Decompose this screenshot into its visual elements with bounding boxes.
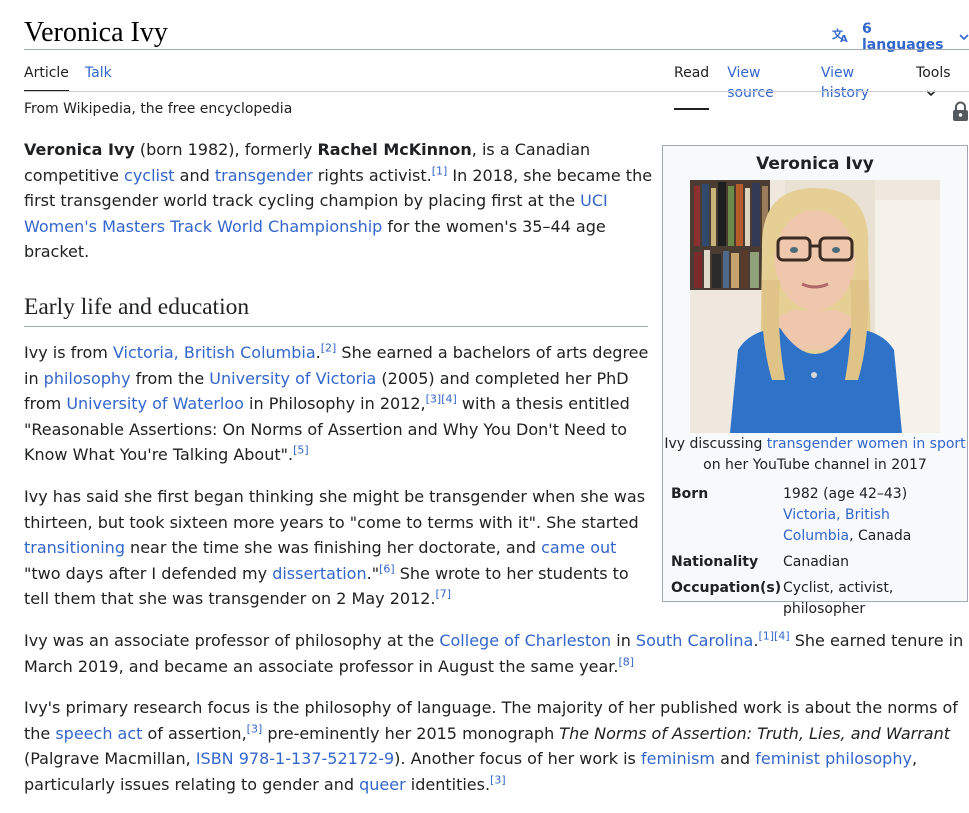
paragraph: Ivy is from Victoria, British Columbia.[… bbox=[24, 341, 649, 465]
nationality-value: Canadian bbox=[783, 554, 850, 570]
citation[interactable]: [6] bbox=[379, 562, 395, 575]
citation[interactable]: [2] bbox=[321, 342, 337, 355]
citation[interactable]: [7] bbox=[436, 588, 452, 601]
citation[interactable]: [3] bbox=[490, 774, 506, 787]
infobox-rows: Born 1982 (age 42–43) Victoria, British C… bbox=[663, 484, 967, 620]
citation[interactable]: [4] bbox=[774, 630, 790, 643]
book-title: The Norms of Assertion: Truth, Lies, and… bbox=[559, 723, 951, 743]
link-isbn[interactable]: ISBN 978-1-137-52172-9 bbox=[196, 749, 394, 768]
citation[interactable]: [1] bbox=[432, 164, 448, 177]
subject-name: Veronica Ivy bbox=[24, 140, 135, 159]
tools-label: Tools bbox=[916, 65, 951, 81]
chevron-down-icon bbox=[959, 31, 969, 44]
occupation-label: Occupation(s) bbox=[671, 580, 782, 596]
title-divider bbox=[24, 49, 969, 50]
infobox-row-nationality: Nationality Canadian bbox=[663, 552, 967, 573]
link-victoria[interactable]: Victoria, British Columbia bbox=[113, 343, 316, 362]
citation[interactable]: [5] bbox=[293, 444, 309, 457]
infobox: Veronica Ivy Ivy discussing transgender … bbox=[662, 145, 968, 617]
link-feminist-philosophy[interactable]: feminist philosophy bbox=[755, 749, 912, 768]
link-came-out[interactable]: came out bbox=[541, 538, 616, 557]
tagline: From Wikipedia, the free encyclopedia bbox=[24, 101, 293, 117]
link-south-carolina[interactable]: South Carolina bbox=[636, 631, 753, 650]
nationality-label: Nationality bbox=[671, 554, 759, 570]
link-transgender-women-in-sport[interactable]: transgender women in sport bbox=[767, 436, 966, 452]
born-label: Born bbox=[671, 486, 709, 502]
tab-article[interactable]: Article bbox=[24, 63, 69, 92]
link-dissertation[interactable]: dissertation bbox=[272, 564, 366, 583]
citation[interactable]: [4] bbox=[441, 393, 457, 406]
tab-read[interactable]: Read bbox=[674, 63, 710, 110]
svg-text:A: A bbox=[840, 34, 848, 43]
namespace-tabs: Article Talk bbox=[24, 63, 112, 92]
link-philosophy[interactable]: philosophy bbox=[44, 369, 131, 388]
citation[interactable]: [1] bbox=[758, 630, 774, 643]
infobox-title: Veronica Ivy bbox=[756, 154, 874, 174]
infobox-row-born: Born 1982 (age 42–43) Victoria, British C… bbox=[663, 484, 967, 547]
tab-view-history[interactable]: View history bbox=[821, 63, 898, 110]
link-speech-act[interactable]: speech act bbox=[55, 724, 142, 743]
born-value: 1982 (age 42–43) Victoria, British Columb… bbox=[783, 486, 912, 544]
tabs-divider bbox=[24, 91, 969, 92]
page-title: Veronica Ivy bbox=[24, 17, 168, 48]
link-transgender[interactable]: transgender bbox=[215, 166, 313, 185]
view-tabs: Read View source View history Tools bbox=[674, 63, 969, 110]
section-heading: Early life and education bbox=[24, 290, 648, 327]
occupation-value: Cyclist, activist, philosopher bbox=[783, 580, 894, 617]
link-feminism[interactable]: feminism bbox=[641, 749, 715, 768]
tab-talk[interactable]: Talk bbox=[85, 63, 112, 92]
citation[interactable]: [8] bbox=[618, 655, 634, 668]
lead-paragraph: Veronica Ivy (born 1982), formerly Rache… bbox=[24, 140, 653, 262]
link-university-of-waterloo[interactable]: University of Waterloo bbox=[66, 394, 244, 413]
portrait-photo[interactable] bbox=[690, 180, 940, 433]
infobox-row-occupation: Occupation(s) Cyclist, activist, philoso… bbox=[663, 578, 967, 620]
translate-icon: 文A bbox=[832, 27, 850, 47]
link-transitioning[interactable]: transitioning bbox=[24, 538, 125, 557]
link-university-of-victoria[interactable]: University of Victoria bbox=[209, 369, 376, 388]
citation[interactable]: [3] bbox=[426, 393, 442, 406]
lock-icon[interactable] bbox=[952, 101, 969, 125]
tab-view-source[interactable]: View source bbox=[727, 63, 803, 110]
link-cyclist[interactable]: cyclist bbox=[124, 166, 175, 185]
paragraph: Ivy's primary research focus is the phil… bbox=[24, 698, 958, 794]
infobox-caption: Ivy discussing transgender women in spor… bbox=[664, 436, 966, 473]
citation[interactable]: [3] bbox=[247, 722, 263, 735]
paragraph: Ivy was an associate professor of philos… bbox=[24, 629, 964, 676]
former-name: Rachel McKinnon bbox=[317, 140, 472, 159]
link-queer[interactable]: queer bbox=[359, 775, 406, 794]
paragraph: Ivy has said she first began thinking sh… bbox=[24, 486, 646, 609]
link-college-of-charleston[interactable]: College of Charleston bbox=[439, 631, 611, 650]
